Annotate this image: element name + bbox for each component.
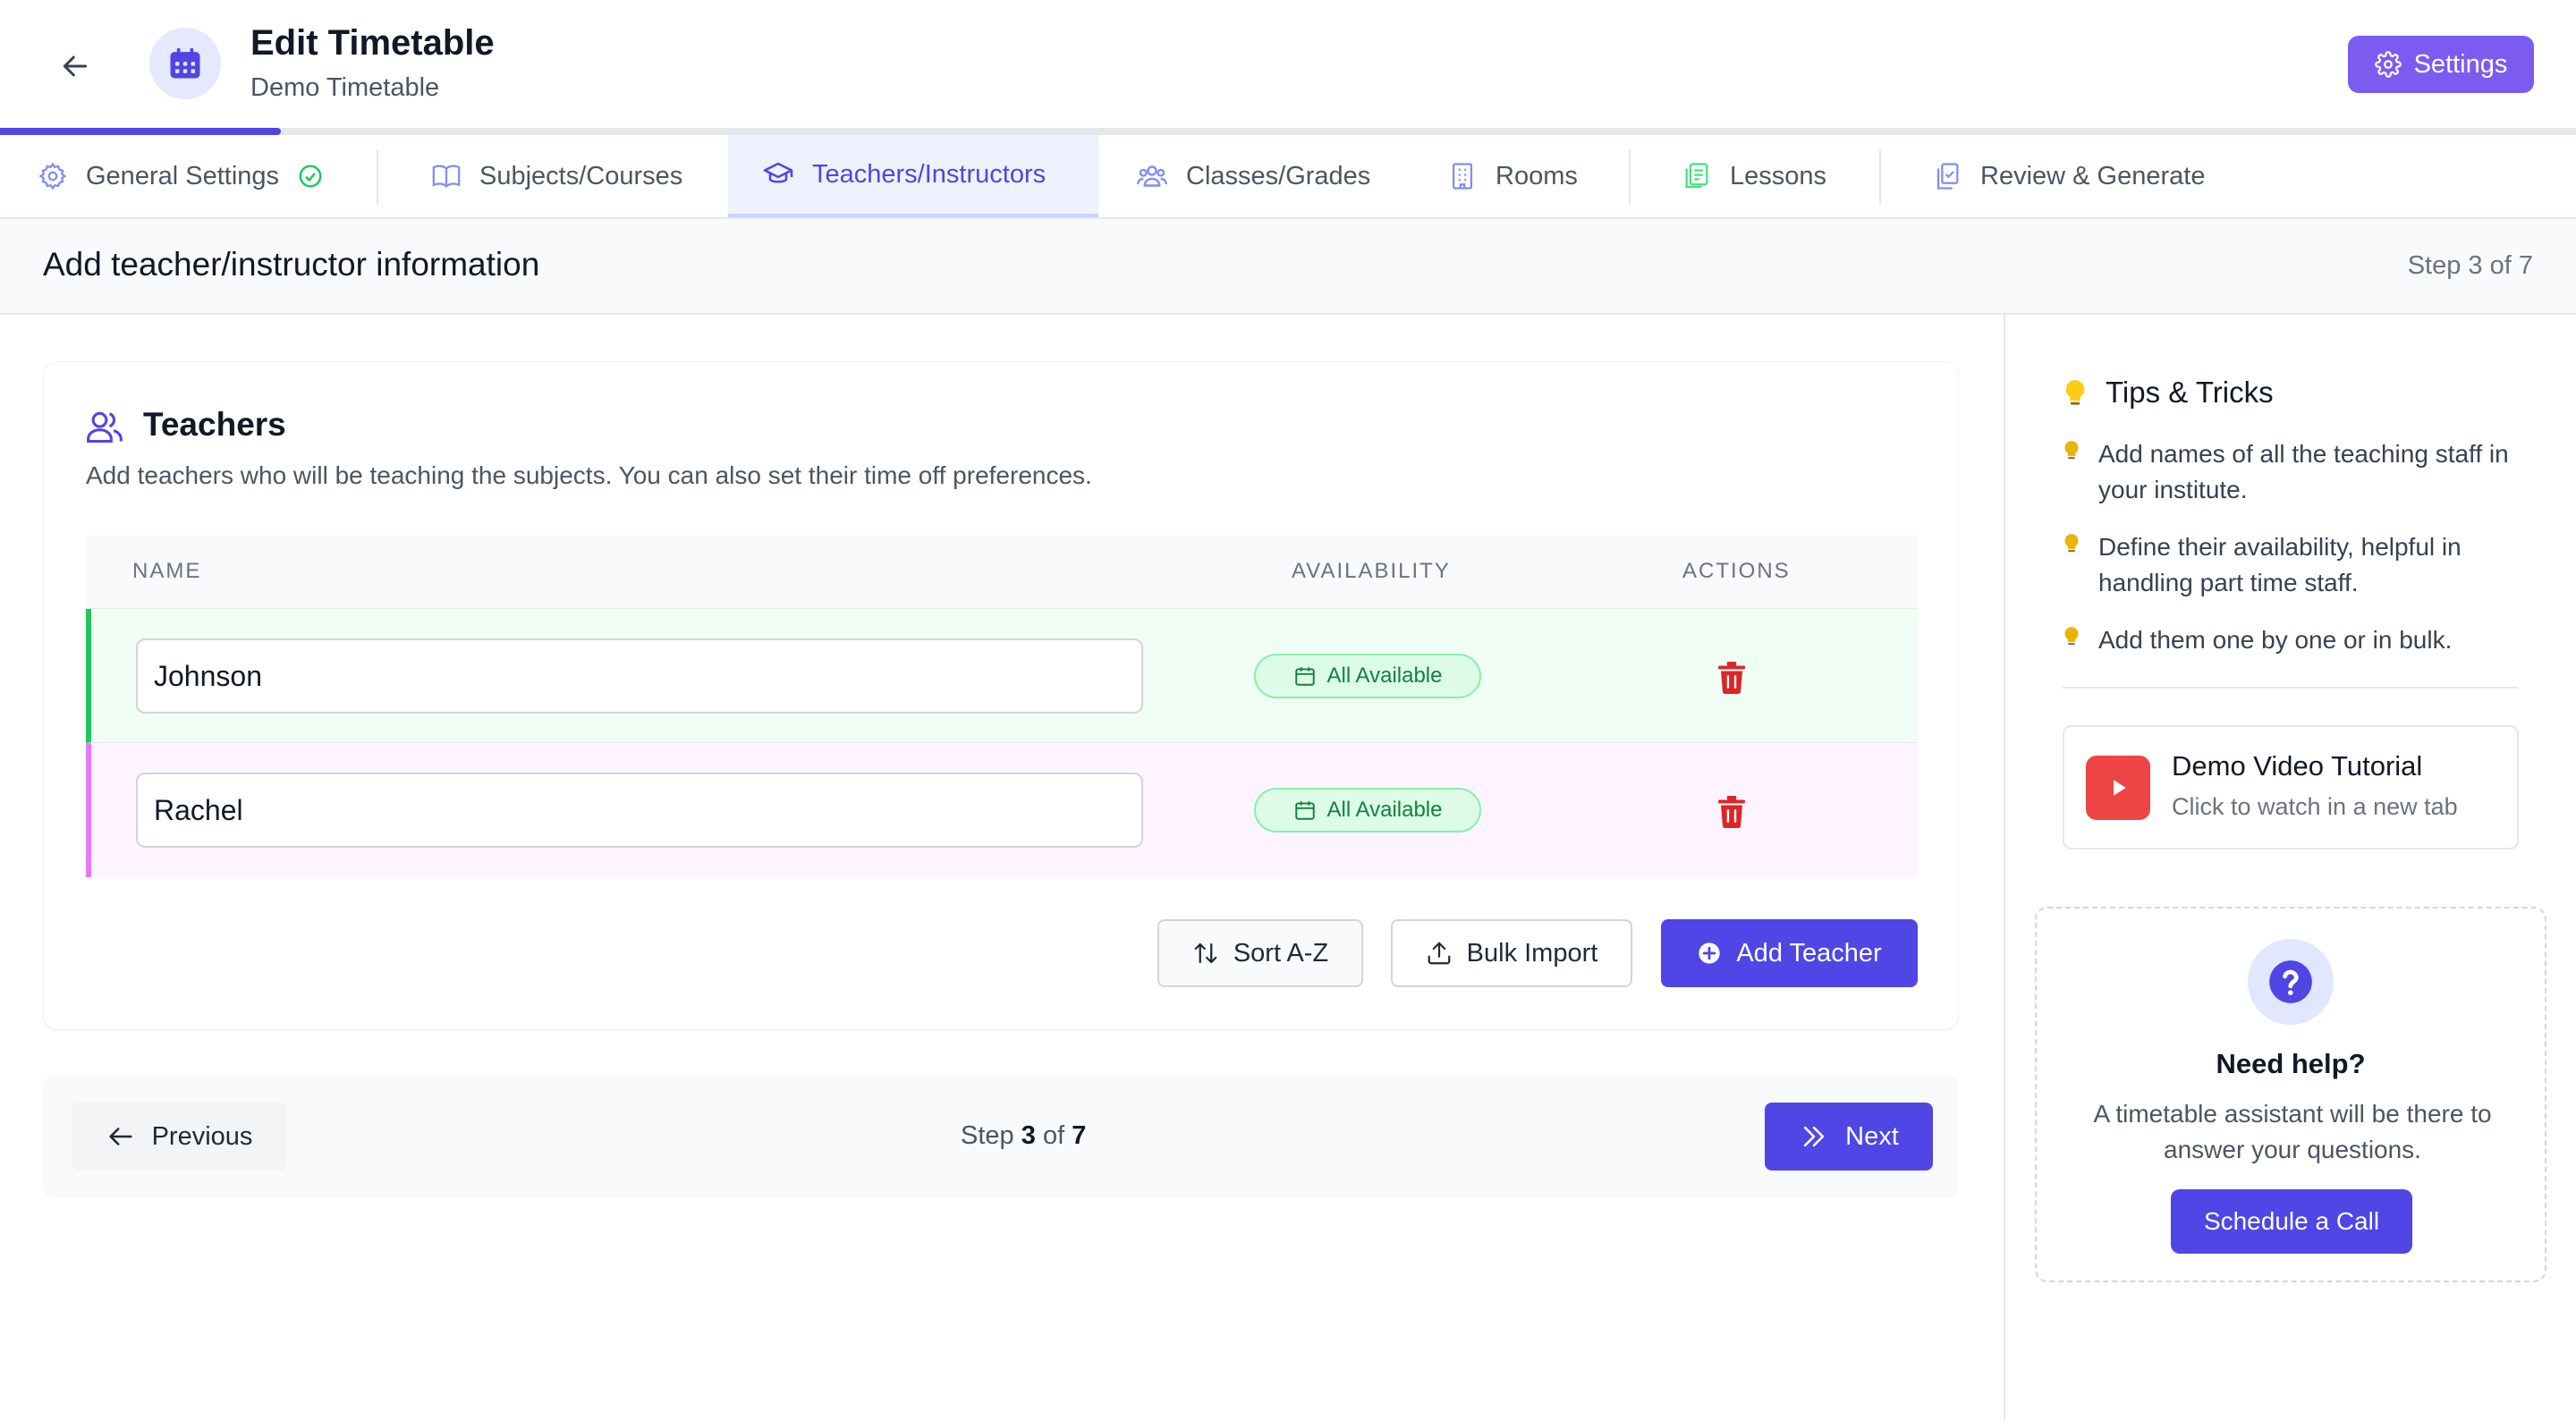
- schedule-call-button[interactable]: Schedule a Call: [2171, 1189, 2412, 1254]
- tab-divider: [1629, 149, 1631, 205]
- bulk-import-label: Bulk Import: [1466, 938, 1598, 968]
- youtube-icon: [2086, 756, 2150, 820]
- app-header: Edit Timetable Demo Timetable Settings: [0, 0, 2576, 129]
- tab-label: Subjects/Courses: [479, 161, 683, 190]
- tab-divider: [377, 149, 378, 205]
- help-box: Need help? A timetable assistant will be…: [2035, 907, 2546, 1282]
- sort-button[interactable]: Sort A-Z: [1157, 919, 1363, 987]
- graduation-cap-icon: [763, 162, 793, 183]
- upload-icon: [1428, 942, 1451, 965]
- table-row: Rachel All Available: [86, 743, 1918, 877]
- previous-button[interactable]: Previous: [72, 1103, 286, 1171]
- table-header: NAME AVAILABILITY ACTIONS: [86, 536, 1918, 609]
- video-title: Demo Video Tutorial: [2172, 750, 2423, 782]
- step-header: Add teacher/instructor information Step …: [0, 219, 2576, 315]
- building-icon: [1452, 163, 1473, 190]
- table-row: Johnson All Available: [86, 609, 1918, 743]
- tab-label: Review & Generate: [1980, 161, 2206, 190]
- teacher-name-value: Johnson: [154, 659, 262, 692]
- tab-subjects-courses[interactable]: Subjects/Courses: [431, 135, 682, 217]
- page-title: Edit Timetable: [250, 23, 495, 63]
- availability-badge[interactable]: All Available: [1254, 654, 1481, 698]
- plus-circle-icon: [1699, 942, 1721, 964]
- gear-icon: [2374, 51, 2402, 78]
- tab-label: Rooms: [1496, 161, 1578, 190]
- availability-badge[interactable]: All Available: [1254, 788, 1481, 833]
- sidebar-divider: [2063, 687, 2519, 689]
- lightbulb-icon: [2063, 626, 2080, 647]
- calendar-icon: [149, 28, 221, 99]
- sort-label: Sort A-Z: [1233, 938, 1329, 968]
- help-description: A timetable assistant will be there to a…: [2093, 1100, 2492, 1163]
- teachers-description: Add teachers who will be teaching the su…: [86, 461, 1092, 489]
- help-title: Need help?: [2216, 1048, 2366, 1079]
- double-chevron-right-icon: [1803, 1126, 1825, 1147]
- wizard-tabs: General Settings Subjects/Courses Teache…: [0, 135, 2576, 219]
- teachers-title: Teachers: [143, 406, 286, 443]
- wizard-navigation: Previous Step 3 of 7 Next: [43, 1075, 1959, 1198]
- settings-label: Settings: [2413, 49, 2508, 79]
- tab-divider: [1879, 149, 1881, 205]
- tab-review-generate[interactable]: Review & Generate: [1932, 135, 2205, 217]
- step-indicator: Step 3 of 7: [961, 1121, 1086, 1151]
- availability-label: All Available: [1326, 664, 1443, 688]
- settings-button[interactable]: Settings: [2348, 36, 2534, 93]
- bulk-import-button[interactable]: Bulk Import: [1391, 919, 1632, 987]
- step-counter: Step 3 of 7: [2407, 251, 2533, 280]
- add-teacher-label: Add Teacher: [1736, 938, 1882, 968]
- tip-item: Add them one by one or in bulk.: [2098, 626, 2453, 654]
- of-word: of: [1042, 1121, 1065, 1150]
- next-label: Next: [1845, 1121, 1899, 1151]
- availability-label: All Available: [1326, 798, 1443, 822]
- lightbulb-icon: [2063, 379, 2088, 408]
- tab-label: Lessons: [1730, 161, 1827, 190]
- sort-arrows-icon: [1194, 942, 1217, 964]
- column-header-availability: AVAILABILITY: [1292, 559, 1451, 583]
- progress-fill: [0, 128, 281, 135]
- gear-icon: [38, 162, 67, 190]
- step-current: 3: [1021, 1121, 1036, 1150]
- tab-rooms[interactable]: Rooms: [1447, 135, 1578, 217]
- add-teacher-button[interactable]: Add Teacher: [1661, 919, 1918, 987]
- trash-icon[interactable]: [1716, 660, 1748, 696]
- calendar-icon: [1294, 801, 1315, 820]
- lightbulb-icon: [2063, 533, 2080, 554]
- teacher-name-input[interactable]: Rachel: [136, 773, 1143, 848]
- back-arrow-icon[interactable]: [52, 43, 98, 89]
- tab-lessons[interactable]: Lessons: [1682, 135, 1826, 217]
- demo-video-link[interactable]: Demo Video Tutorial Click to watch in a …: [2063, 725, 2519, 849]
- users-icon: [1137, 165, 1167, 187]
- progress-track: [0, 128, 2576, 135]
- next-button[interactable]: Next: [1765, 1103, 1933, 1171]
- copy-check-icon: [1936, 163, 1959, 190]
- trash-icon[interactable]: [1716, 794, 1748, 830]
- column-header-actions: ACTIONS: [1682, 559, 1791, 583]
- tab-classes-grades[interactable]: Classes/Grades: [1136, 135, 1370, 217]
- tip-item: Define their availability, helpful in ha…: [2098, 533, 2462, 596]
- step-word: Step: [961, 1121, 1014, 1150]
- teacher-name-input[interactable]: Johnson: [136, 638, 1143, 714]
- calendar-icon: [1294, 667, 1315, 686]
- previous-label: Previous: [151, 1121, 253, 1151]
- tab-label: Classes/Grades: [1186, 161, 1371, 190]
- question-circle-icon: [2248, 939, 2334, 1025]
- book-icon: [432, 165, 461, 188]
- tab-label: General Settings: [86, 161, 280, 190]
- users-icon: [85, 407, 124, 446]
- timetable-name: Demo Timetable: [250, 73, 440, 102]
- tab-label: Teachers/Instructors: [812, 159, 1046, 189]
- check-circle-icon: [299, 165, 322, 188]
- video-subtitle: Click to watch in a new tab: [2172, 793, 2458, 820]
- tip-item: Add names of all the teaching staff in y…: [2098, 440, 2509, 503]
- arrow-left-icon: [108, 1128, 132, 1145]
- tips-title: Tips & Tricks: [2106, 376, 2274, 409]
- step-total: 7: [1072, 1121, 1087, 1150]
- clipboard-icon: [1685, 163, 1708, 189]
- tab-teachers-instructors[interactable]: Teachers/Instructors: [728, 135, 1098, 217]
- tab-general-settings[interactable]: General Settings: [38, 135, 324, 217]
- lightbulb-icon: [2063, 440, 2080, 461]
- teacher-name-value: Rachel: [154, 793, 243, 826]
- column-header-name: NAME: [132, 559, 202, 583]
- step-heading: Add teacher/instructor information: [43, 246, 540, 283]
